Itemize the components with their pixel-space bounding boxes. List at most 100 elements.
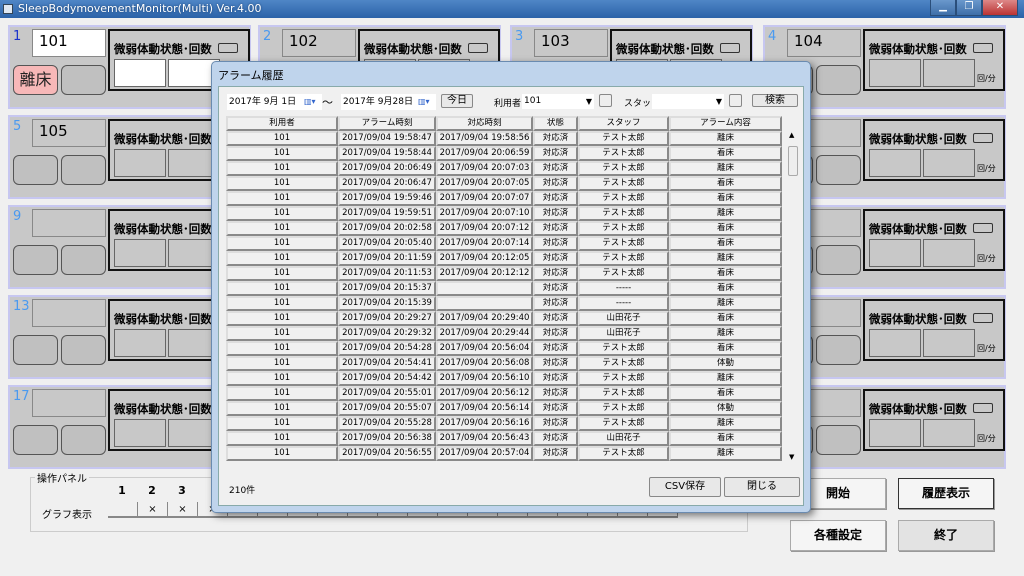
secondary-button[interactable] bbox=[61, 335, 106, 365]
secondary-button[interactable] bbox=[816, 425, 861, 455]
user-id-field[interactable]: 102 bbox=[282, 29, 356, 57]
column-header[interactable]: アラーム時刻 bbox=[338, 116, 436, 131]
table-cell: 対応済 bbox=[533, 401, 578, 416]
table-row[interactable]: 101 2017/09/04 20:54:42 2017/09/04 20:56:1… bbox=[226, 371, 784, 386]
table-row[interactable]: 101 2017/09/04 20:06:49 2017/09/04 20:07:0… bbox=[226, 161, 784, 176]
monitor-title: 微弱体動状態･回数 bbox=[869, 312, 967, 326]
user-label: 利用者 bbox=[494, 99, 522, 109]
status-indicator bbox=[973, 223, 993, 233]
user-id-field[interactable]: 103 bbox=[534, 29, 608, 57]
secondary-button[interactable] bbox=[816, 155, 861, 185]
maximize-button[interactable]: ❐ bbox=[956, 0, 982, 16]
table-row[interactable]: 101 2017/09/04 20:55:07 2017/09/04 20:56:1… bbox=[226, 401, 784, 416]
scroll-up-icon[interactable]: ▲ bbox=[789, 131, 794, 139]
search-button[interactable]: 検索 bbox=[752, 94, 798, 107]
dialog-close-button[interactable]: 閉じる bbox=[724, 477, 800, 497]
status-button[interactable] bbox=[13, 335, 58, 365]
table-cell: 対応済 bbox=[533, 446, 578, 461]
table-row[interactable]: 101 2017/09/04 20:11:59 2017/09/04 20:12:0… bbox=[226, 251, 784, 266]
secondary-button[interactable] bbox=[816, 245, 861, 275]
status-button[interactable]: 離床 bbox=[13, 65, 58, 95]
status-button[interactable] bbox=[13, 155, 58, 185]
table-cell: 2017/09/04 20:29:32 bbox=[338, 326, 436, 341]
table-row[interactable]: 101 2017/09/04 20:11:53 2017/09/04 20:12:1… bbox=[226, 266, 784, 281]
secondary-button[interactable] bbox=[61, 65, 106, 95]
scroll-down-icon[interactable]: ▼ bbox=[789, 453, 794, 461]
table-cell: 対応済 bbox=[533, 371, 578, 386]
settings-button[interactable]: 各種設定 bbox=[790, 520, 886, 551]
movement-count-value bbox=[923, 149, 975, 177]
table-row[interactable]: 101 2017/09/04 20:55:01 2017/09/04 20:56:1… bbox=[226, 386, 784, 401]
table-row[interactable]: 101 2017/09/04 20:29:27 2017/09/04 20:29:4… bbox=[226, 311, 784, 326]
table-row[interactable]: 101 2017/09/04 19:58:47 2017/09/04 19:58:5… bbox=[226, 131, 784, 146]
dialog-title: アラーム履歴 bbox=[218, 69, 284, 82]
column-header[interactable]: 状態 bbox=[533, 116, 578, 131]
user-select[interactable]: 101 ▼ bbox=[522, 94, 594, 109]
secondary-button[interactable] bbox=[61, 425, 106, 455]
secondary-button[interactable] bbox=[816, 335, 861, 365]
secondary-button[interactable] bbox=[61, 245, 106, 275]
minimize-button[interactable]: ▁ bbox=[930, 0, 956, 16]
table-row[interactable]: 101 2017/09/04 20:15:37 対応済 ----- 着床 bbox=[226, 281, 784, 296]
table-cell: 離床 bbox=[669, 446, 782, 461]
status-indicator bbox=[973, 403, 993, 413]
column-header[interactable]: 利用者 bbox=[226, 116, 338, 131]
table-row[interactable]: 101 2017/09/04 20:02:58 2017/09/04 20:07:1… bbox=[226, 221, 784, 236]
status-button[interactable] bbox=[13, 245, 58, 275]
table-row[interactable]: 101 2017/09/04 20:54:28 2017/09/04 20:56:0… bbox=[226, 341, 784, 356]
today-button[interactable]: 今日 bbox=[441, 94, 473, 108]
table-row[interactable]: 101 2017/09/04 20:15:39 対応済 ----- 離床 bbox=[226, 296, 784, 311]
date-from-picker[interactable]: 2017年 9月 1日 ▥▾ bbox=[227, 94, 322, 110]
status-button[interactable] bbox=[13, 425, 58, 455]
csv-save-button[interactable]: CSV保存 bbox=[649, 477, 721, 497]
table-cell: 2017/09/04 20:12:12 bbox=[436, 266, 533, 281]
table-row[interactable]: 101 2017/09/04 20:55:28 2017/09/04 20:56:1… bbox=[226, 416, 784, 431]
table-row[interactable]: 101 2017/09/04 20:06:47 2017/09/04 20:07:0… bbox=[226, 176, 784, 191]
secondary-button[interactable] bbox=[816, 65, 861, 95]
table-row[interactable]: 101 2017/09/04 19:58:44 2017/09/04 20:06:5… bbox=[226, 146, 784, 161]
panel-number: 5 bbox=[13, 119, 22, 134]
user-id-field[interactable] bbox=[32, 299, 106, 327]
table-cell: 着床 bbox=[669, 176, 782, 191]
monitor-title: 微弱体動状態･回数 bbox=[114, 42, 212, 56]
table-row[interactable]: 101 2017/09/04 20:56:38 2017/09/04 20:56:4… bbox=[226, 431, 784, 446]
history-button[interactable]: 履歴表示 bbox=[898, 478, 994, 509]
table-row[interactable]: 101 2017/09/04 20:05:40 2017/09/04 20:07:1… bbox=[226, 236, 784, 251]
monitor-title: 微弱体動状態･回数 bbox=[869, 402, 967, 416]
column-number: 2 bbox=[148, 484, 156, 497]
table-row[interactable]: 101 2017/09/04 20:56:55 2017/09/04 20:57:0… bbox=[226, 446, 784, 461]
staff-checkbox[interactable] bbox=[729, 94, 742, 107]
user-id-field[interactable] bbox=[32, 209, 106, 237]
column-header[interactable]: スタッフ bbox=[578, 116, 669, 131]
table-row[interactable]: 101 2017/09/04 19:59:51 2017/09/04 20:07:1… bbox=[226, 206, 784, 221]
table-row[interactable]: 101 2017/09/04 20:29:32 2017/09/04 20:29:4… bbox=[226, 326, 784, 341]
table-row[interactable]: 101 2017/09/04 19:59:46 2017/09/04 20:07:0… bbox=[226, 191, 784, 206]
scroll-thumb[interactable] bbox=[788, 146, 798, 176]
movement-monitor-box: 微弱体動状態･回数回/分 bbox=[863, 209, 1005, 271]
table-cell: 2017/09/04 19:59:51 bbox=[338, 206, 436, 221]
unit-label: 回/分 bbox=[977, 434, 996, 443]
table-cell: 体動 bbox=[669, 356, 782, 371]
column-header[interactable]: 対応時刻 bbox=[436, 116, 533, 131]
user-id-field[interactable]: 101 bbox=[32, 29, 106, 57]
table-row[interactable]: 101 2017/09/04 20:54:41 2017/09/04 20:56:0… bbox=[226, 356, 784, 371]
graph-toggle-cell[interactable]: × bbox=[168, 502, 198, 518]
user-checkbox[interactable] bbox=[599, 94, 612, 107]
staff-select[interactable]: ▼ bbox=[652, 94, 724, 109]
exit-button[interactable]: 終了 bbox=[898, 520, 994, 551]
table-cell: 2017/09/04 20:56:12 bbox=[436, 386, 533, 401]
user-id-field[interactable]: 105 bbox=[32, 119, 106, 147]
user-id-field[interactable] bbox=[32, 389, 106, 417]
user-id-field[interactable]: 104 bbox=[787, 29, 861, 57]
date-to-picker[interactable]: 2017年 9月28日 ▥▾ bbox=[341, 94, 436, 110]
table-cell: 2017/09/04 20:56:38 bbox=[338, 431, 436, 446]
table-scrollbar[interactable]: ▲ ▼ bbox=[787, 131, 800, 461]
table-cell: 対応済 bbox=[533, 251, 578, 266]
close-window-button[interactable]: ✕ bbox=[982, 0, 1018, 16]
calendar-icon[interactable]: ▥▾ bbox=[304, 97, 320, 107]
column-header[interactable]: アラーム内容 bbox=[669, 116, 782, 131]
graph-toggle-cell[interactable]: × bbox=[138, 502, 168, 518]
calendar-icon[interactable]: ▥▾ bbox=[418, 97, 434, 107]
secondary-button[interactable] bbox=[61, 155, 106, 185]
graph-toggle-cell[interactable] bbox=[108, 502, 138, 518]
